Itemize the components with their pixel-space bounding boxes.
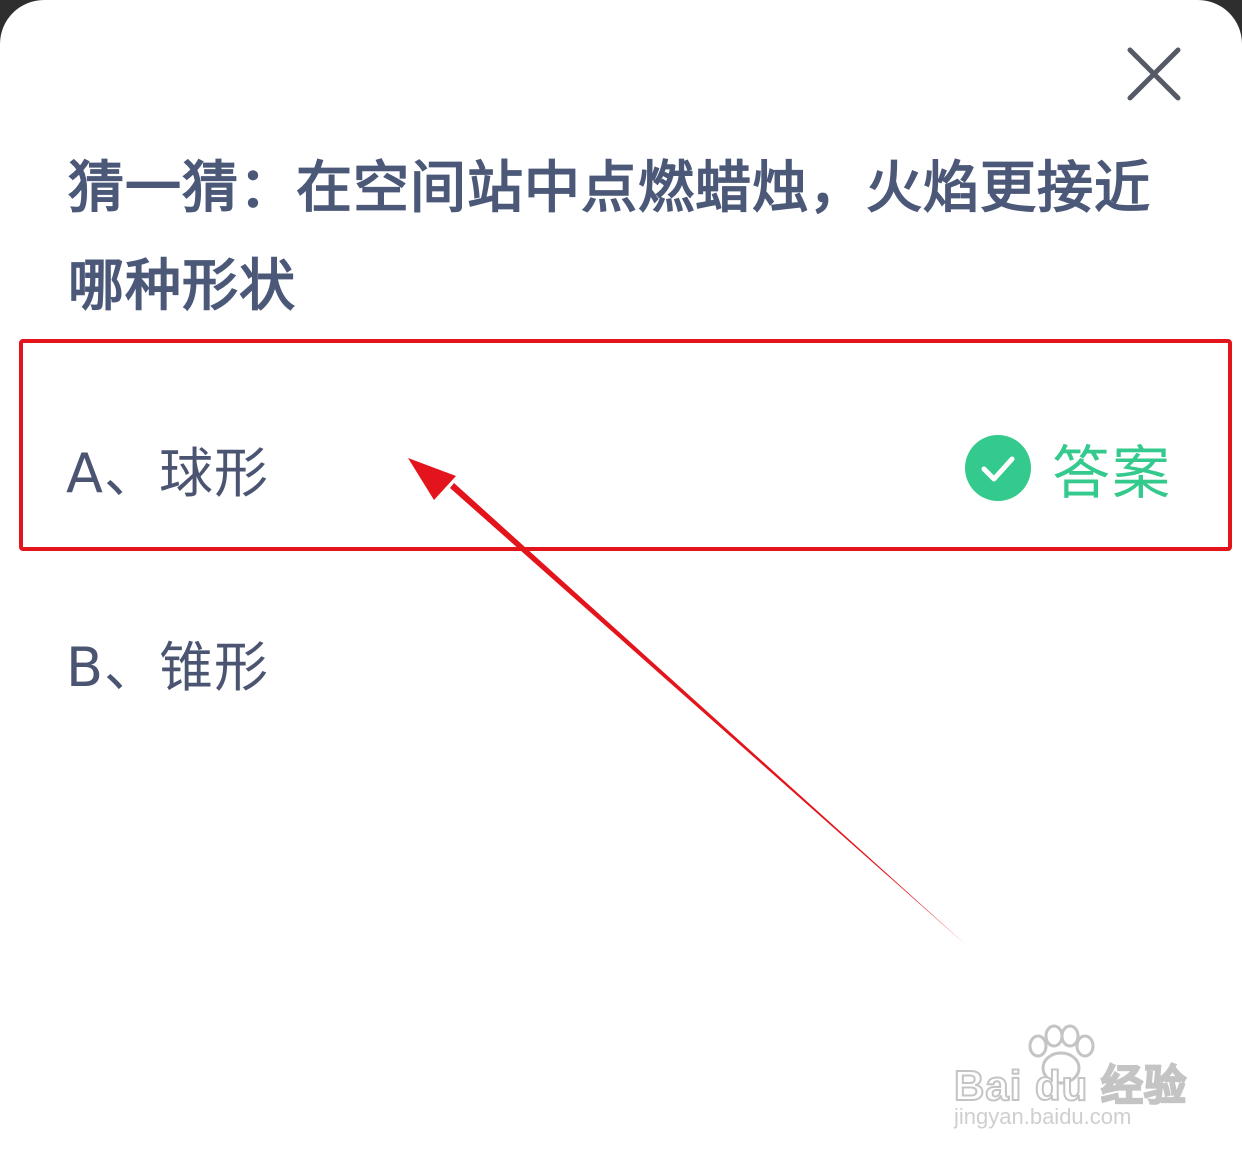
- option-a-label: A、球形: [66, 441, 269, 505]
- answer-badge: 答案: [964, 426, 1172, 510]
- option-b[interactable]: B、锥形: [66, 612, 1176, 712]
- watermark-brand: Bai du 经验: [953, 1061, 1188, 1110]
- quiz-dialog: 猜一猜：在空间站中点燃蜡烛，火焰更接近哪种形状 A、球形 答案 B、锥形 Bai…: [0, 0, 1242, 1160]
- paw-logo-icon: [1028, 1024, 1095, 1085]
- question-text: 猜一猜：在空间站中点燃蜡烛，火焰更接近哪种形状: [68, 156, 1151, 319]
- watermark: Bai du 经验 jingyan.baidu.com: [948, 1024, 1188, 1144]
- check-circle-icon: [964, 435, 1031, 501]
- option-a[interactable]: A、球形 答案: [66, 418, 1176, 518]
- option-b-label: B、锥形: [66, 635, 270, 699]
- close-icon: [1127, 47, 1181, 101]
- watermark-url: jingyan.baidu.com: [954, 1104, 1132, 1129]
- answer-label: 答案: [1051, 439, 1172, 507]
- close-button[interactable]: [1118, 38, 1190, 110]
